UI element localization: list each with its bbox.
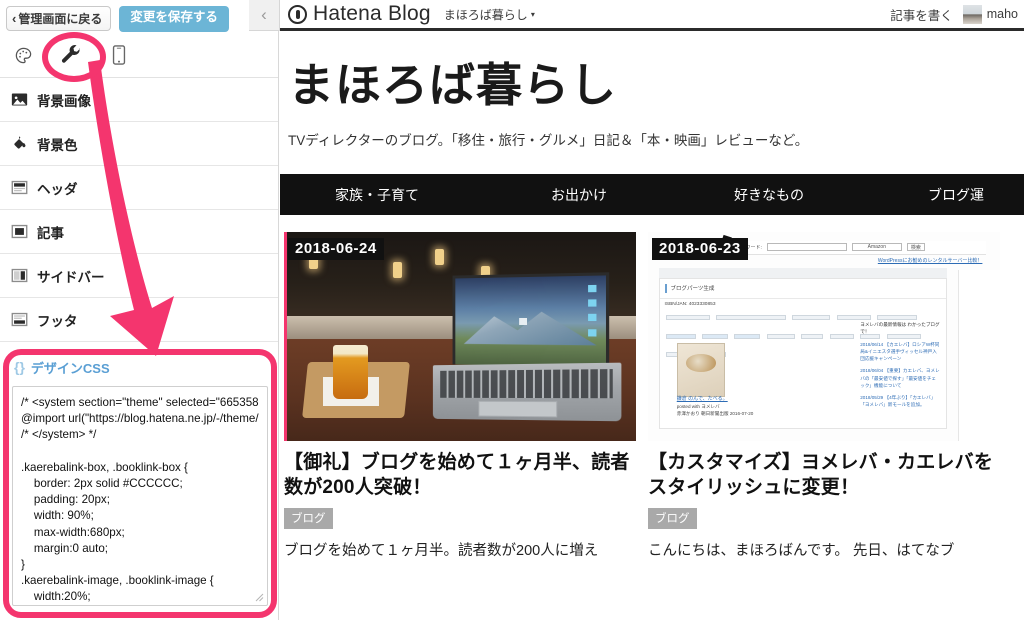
sidebar-item-label: サイドバー — [37, 269, 105, 285]
sidebar-toolbar: ‹ 管理画面に戻る 変更を保存する — [0, 0, 278, 33]
article-layout-icon — [11, 224, 28, 239]
blog-header: まほろば暮らし TVディレクターのブログ。「移住・旅行・グルメ」日記＆「本・映画… — [280, 31, 1024, 150]
sidebar-item-label: 背景色 — [37, 137, 78, 153]
sidebar-item-label: ヘッダ — [37, 181, 78, 197]
sidebar-item-background-color[interactable]: 背景色 — [0, 122, 278, 166]
sidebar-item-header[interactable]: ヘッダ — [0, 166, 278, 210]
design-css-header: {} デザインCSS — [0, 348, 278, 386]
screenshot-book-caption: 鎌倉 のんで、たべる。 — [676, 395, 728, 402]
entry-category-tag[interactable]: ブログ — [284, 508, 333, 530]
screenshot-book-cover — [676, 343, 726, 397]
nav-item-blog-management[interactable]: ブログ運 — [928, 185, 984, 205]
screenshot-store-select: Amazon — [851, 243, 902, 252]
entry-card: 2018-06-24 【御礼】ブログを始めて１ヶ月半、読者数が200人突破！ ブ… — [284, 232, 636, 560]
smartphone-icon — [112, 45, 126, 65]
blog-title[interactable]: まほろば暮らし — [288, 61, 1024, 110]
avatar — [962, 4, 982, 24]
tab-customize[interactable] — [58, 42, 84, 68]
user-menu[interactable]: maho — [962, 4, 1018, 24]
screenshot-book-meta: 赤澤かおり 朝日新聞出版 2016-07-20 — [676, 411, 754, 417]
hatena-mark-icon — [288, 4, 307, 24]
nav-item-favorites[interactable]: 好きなもの — [734, 185, 804, 205]
design-css-panel: {} デザインCSS /* <system section="theme" se… — [0, 348, 278, 620]
chevron-left-icon: ‹ — [12, 11, 17, 26]
design-sidebar: ‹ 管理画面に戻る 変更を保存する 背景画像 背景色 ヘッダ 記事 サイドバー … — [0, 0, 279, 620]
blog-navigation-bar: 家族・子育て お出かけ 好きなもの ブログ運 — [280, 174, 1024, 216]
screenshot-posted-with: posted with ヨメレバ — [676, 403, 720, 409]
nav-item-family[interactable]: 家族・子育て — [335, 185, 419, 205]
entry-category-tag[interactable]: ブログ — [648, 508, 697, 530]
screenshot-search-button: 検索 — [906, 243, 925, 252]
entry-excerpt: こんにちは、まほろばんです。 先日、はてなブ — [648, 543, 955, 560]
entry-title[interactable]: 【カスタマイズ】ヨメレバ・カエレバをスタイリッシュに変更！ — [648, 450, 1000, 500]
wrench-icon — [61, 45, 80, 63]
curly-braces-icon: {} — [14, 359, 25, 375]
paint-bucket-icon — [14, 136, 26, 149]
screenshot-isbn: ISBN/JAN: 4023330853 — [664, 301, 716, 307]
nav-item-outing[interactable]: お出かけ — [551, 185, 607, 205]
write-entry-link[interactable]: 記事を書く — [890, 5, 953, 24]
sidebar-item-background-image[interactable]: 背景画像 — [0, 78, 278, 122]
back-to-dashboard-label: 管理画面に戻る — [18, 12, 103, 26]
hatena-blog-logo[interactable]: Hatena Blog — [288, 2, 431, 26]
entry-list: 2018-06-24 【御礼】ブログを始めて１ヶ月半、読者数が200人突破！ ブ… — [280, 215, 1024, 560]
save-changes-button[interactable]: 変更を保存する — [119, 5, 229, 32]
header-layout-icon — [11, 180, 28, 195]
resize-grip-icon — [255, 593, 264, 602]
screenshot-promo-link: WordPressにお勧めのレンタルサーバー比較！ — [877, 258, 983, 265]
palette-icon — [15, 47, 31, 63]
entry-date-badge: 2018-06-23 — [652, 238, 748, 261]
annotation-edge-strip — [284, 232, 287, 442]
entry-thumbnail[interactable]: 書籍キーワード: Amazon 検索 WordPressにお勧めのレンタルサーバ… — [648, 232, 1000, 442]
screenshot-side-list: ヨメレバの最新情報は わかったブログで！ 2018/06/14 【カエレバ】ロシ… — [860, 321, 940, 416]
sidebar-item-sidebar[interactable]: サイドバー — [0, 254, 278, 298]
hatena-blog-brand-label: Hatena Blog — [313, 2, 431, 25]
sidebar-item-footer[interactable]: フッタ — [0, 298, 278, 342]
screenshot-panel-title: ブログパーツ生成 — [659, 279, 947, 299]
entry-date-badge: 2018-06-24 — [288, 238, 384, 261]
blog-parts-screenshot: 書籍キーワード: Amazon 検索 WordPressにお勧めのレンタルサーバ… — [648, 232, 1000, 442]
screenshot-side-item: 2018/05/29 【4年ぶり】「カエレバ」「ヨメレバ」新モールを追加。 — [860, 394, 936, 407]
chevron-down-icon: ▾ — [530, 9, 535, 19]
footer-layout-icon — [11, 312, 28, 327]
blog-selector-label: まほろば暮らし — [443, 7, 528, 22]
tab-palette[interactable] — [10, 42, 36, 68]
design-css-title: デザインCSS — [30, 360, 110, 376]
screenshot-side-title: ヨメレバの最新情報は わかったブログで！ — [860, 321, 940, 334]
blog-selector-dropdown[interactable]: まほろば暮らし ▾ — [444, 6, 535, 23]
sidebar-item-label: フッタ — [37, 313, 78, 329]
entry-card: 書籍キーワード: Amazon 検索 WordPressにお勧めのレンタルサーバ… — [648, 232, 1000, 560]
tab-smartphone[interactable] — [106, 42, 132, 68]
entry-thumbnail[interactable]: 2018-06-24 — [284, 232, 636, 442]
sidebar-item-article[interactable]: 記事 — [0, 210, 278, 254]
screenshot-side-item: 2018/06/14 【カエレバ】ロシアW杯同局&イニエスタ選手ヴィッセル神戸入… — [860, 342, 940, 362]
design-customize-screen: ‹ 管理画面に戻る 変更を保存する 背景画像 背景色 ヘッダ 記事 サイドバー … — [0, 0, 1024, 620]
user-name-label: maho — [986, 7, 1018, 21]
blog-preview-pane: Hatena Blog まほろば暮らし ▾ 記事を書く maho まほろば暮らし… — [280, 0, 1024, 620]
sidebar-item-label: 背景画像 — [37, 93, 91, 109]
screenshot-panel: ブログパーツ生成 ISBN/JAN: 4023330853 鎌倉 のんで、たべる… — [658, 278, 948, 429]
back-to-dashboard-button[interactable]: ‹ 管理画面に戻る — [6, 6, 112, 31]
hatena-global-bar: Hatena Blog まほろば暮らし ▾ 記事を書く maho — [280, 0, 1024, 31]
sidebar-item-label: 記事 — [37, 225, 64, 241]
collapse-sidebar-button[interactable]: ‹ — [249, 0, 280, 31]
design-css-textarea[interactable]: /* <system section="theme" selected="665… — [12, 386, 268, 606]
blog-description: TVディレクターのブログ。「移住・旅行・グルメ」日記＆「本・映画」レビューなど。 — [288, 133, 809, 149]
design-tab-row — [0, 33, 278, 78]
sidebar-layout-icon — [11, 268, 28, 283]
screenshot-search-row: 書籍キーワード: Amazon 検索 — [725, 240, 986, 256]
entry-title[interactable]: 【御礼】ブログを始めて１ヶ月半、読者数が200人突破！ — [284, 450, 636, 500]
global-bar-right: 記事を書く maho — [890, 4, 1018, 24]
screenshot-side-item: 2018/06/04 【重要】カエレバ、ヨメレバの「最安値で探す」「最安値をチェ… — [860, 368, 940, 388]
image-icon — [11, 93, 28, 106]
laptop-beer-photo — [284, 232, 636, 442]
entry-excerpt: ブログを始めて１ヶ月半。読者数が200人に増え — [284, 543, 599, 560]
